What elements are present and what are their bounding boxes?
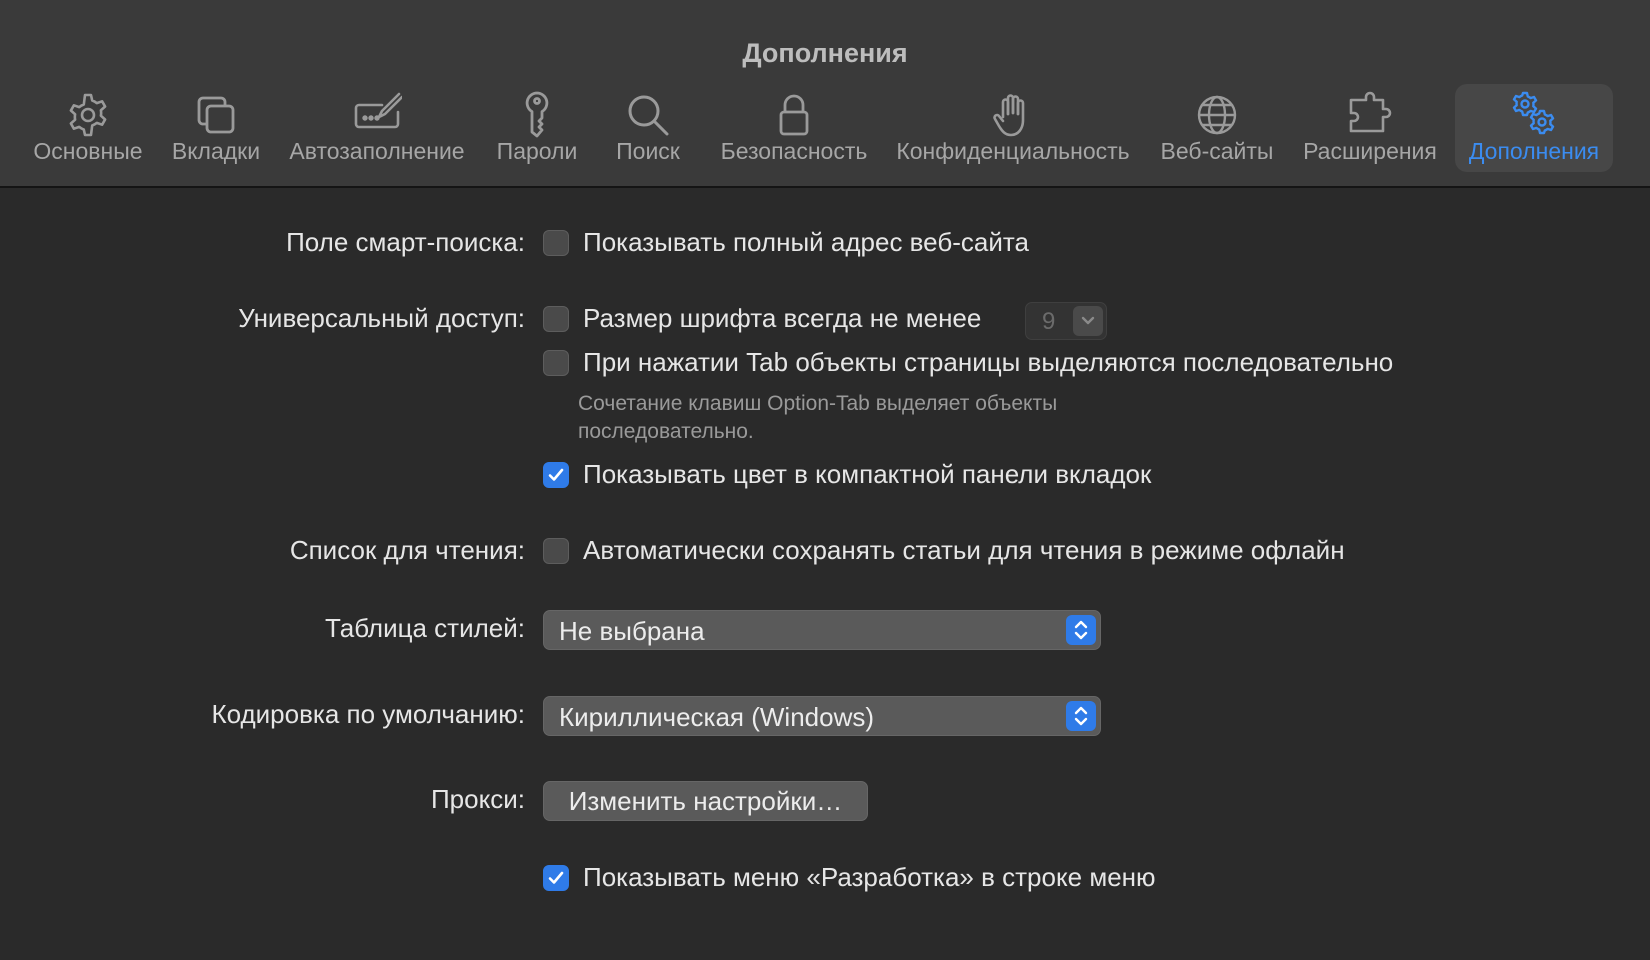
tab-label: Конфиденциальность	[896, 138, 1130, 164]
advanced-settings-pane: Поле смарт-поиска: Показывать полный адр…	[0, 190, 1650, 960]
show-full-address-checkbox[interactable]	[543, 230, 569, 256]
show-full-address-text[interactable]: Показывать полный адрес веб-сайта	[583, 227, 1029, 258]
develop-menu-checkbox[interactable]	[543, 865, 569, 891]
hand-icon	[988, 90, 1038, 140]
tab-label: Расширения	[1303, 138, 1437, 164]
tab-autofill[interactable]: Автозаполнение	[282, 84, 472, 172]
min-font-size-checkbox[interactable]	[543, 306, 569, 332]
change-proxy-settings-button[interactable]: Изменить настройки…	[543, 781, 868, 821]
style-sheet-value: Не выбрана	[559, 616, 705, 646]
tab-passwords[interactable]: Пароли	[486, 84, 588, 172]
tab-label: Вкладки	[171, 138, 261, 164]
save-offline-checkbox[interactable]	[543, 538, 569, 564]
tab-privacy[interactable]: Конфиденциальность	[888, 84, 1138, 172]
style-sheet-label: Таблица стилей:	[325, 613, 525, 643]
globe-icon	[1192, 90, 1242, 140]
encoding-value: Кириллическая (Windows)	[559, 702, 875, 732]
tab-extensions[interactable]: Расширения	[1296, 84, 1444, 172]
search-icon	[623, 90, 673, 140]
tab-label: Дополнения	[1468, 138, 1600, 164]
window-title: Дополнения	[742, 38, 908, 68]
develop-menu-text[interactable]: Показывать меню «Разработка» в строке ме…	[583, 862, 1156, 893]
tab-label: Автозаполнение	[289, 138, 465, 164]
min-font-size-select[interactable]: 9	[1025, 302, 1107, 340]
option-tab-hint: Сочетание клавиш Option-Tab выделяет объ…	[578, 392, 1058, 443]
style-sheet-popup[interactable]: Не выбрана	[543, 610, 1101, 650]
reading-list-label: Список для чтения:	[289, 535, 525, 565]
tab-highlight-text[interactable]: При нажатии Tab объекты страницы выделяю…	[583, 347, 1393, 378]
autofill-icon	[352, 90, 402, 140]
accessibility-label: Универсальный доступ:	[238, 303, 525, 333]
updown-chevron-icon	[1066, 701, 1096, 731]
tabs-icon	[191, 90, 241, 140]
updown-chevron-icon	[1066, 615, 1096, 645]
tab-label: Безопасность	[720, 138, 868, 164]
encoding-label: Кодировка по умолчанию:	[211, 699, 525, 729]
chevron-down-icon	[1073, 306, 1103, 336]
tab-general[interactable]: Основные	[24, 84, 152, 172]
tab-search[interactable]: Поиск	[600, 84, 696, 172]
tab-label: Поиск	[616, 138, 680, 164]
preferences-toolbar: Основные Вкладки Автозаполнение Пароли П…	[0, 84, 1650, 174]
titlebar: Дополнения Основные Вкладки Автозаполнен…	[0, 0, 1650, 188]
smart-search-label: Поле смарт-поиска:	[286, 227, 525, 257]
tab-label: Основные	[33, 138, 143, 164]
tab-tabs[interactable]: Вкладки	[160, 84, 272, 172]
tab-label: Веб-сайты	[1160, 138, 1274, 164]
puzzle-icon	[1345, 90, 1395, 140]
tab-label: Пароли	[496, 138, 578, 164]
tab-websites[interactable]: Веб-сайты	[1150, 84, 1284, 172]
proxies-label: Прокси:	[430, 784, 525, 814]
tab-advanced[interactable]: Дополнения	[1455, 84, 1613, 172]
save-offline-text[interactable]: Автоматически сохранять статьи для чтени…	[583, 535, 1345, 566]
lock-icon	[769, 90, 819, 140]
preferences-window: Дополнения Основные Вкладки Автозаполнен…	[0, 0, 1650, 960]
show-color-text[interactable]: Показывать цвет в компактной панели вкла…	[583, 459, 1151, 490]
key-icon	[512, 90, 562, 140]
checkmark-icon	[548, 871, 564, 884]
checkmark-icon	[548, 468, 564, 481]
gear-icon	[63, 90, 113, 140]
min-font-size-text[interactable]: Размер шрифта всегда не менее	[583, 303, 981, 334]
show-color-checkbox[interactable]	[543, 462, 569, 488]
tab-highlight-checkbox[interactable]	[543, 350, 569, 376]
gears-icon	[1509, 90, 1559, 140]
encoding-popup[interactable]: Кириллическая (Windows)	[543, 696, 1101, 736]
tab-security[interactable]: Безопасность	[710, 84, 878, 172]
min-font-size-value: 9	[1042, 308, 1056, 335]
